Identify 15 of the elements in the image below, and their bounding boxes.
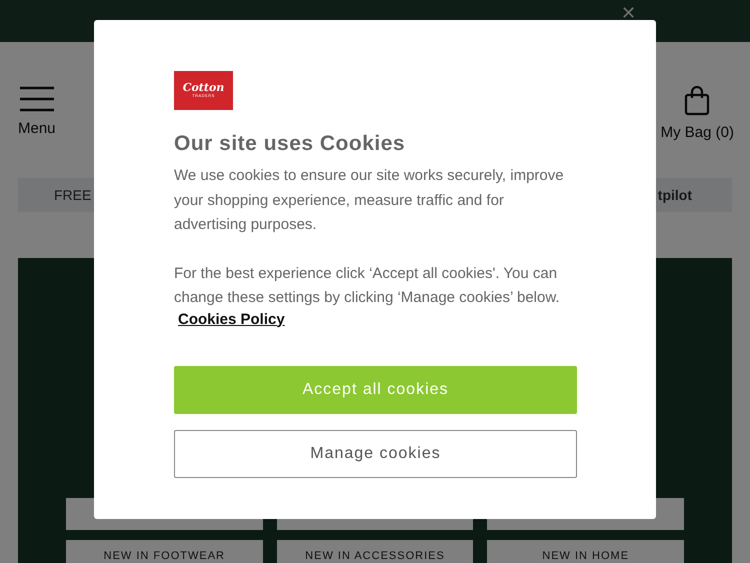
info-text: FREE [54,187,92,203]
category-tile[interactable]: NEW IN HOME [487,540,684,563]
cookies-policy-link[interactable]: Cookies Policy [178,310,285,328]
category-tile[interactable]: NEW IN FOOTWEAR [66,540,263,563]
bag-icon [684,86,710,116]
manage-button[interactable]: Manage cookies [174,430,577,478]
menu-button[interactable]: Menu [18,86,56,137]
dialog-title: Our site uses Cookies [174,132,406,156]
menu-icon [18,86,55,112]
bag-button[interactable]: My Bag (0) [660,86,734,141]
dialog-text: We use cookies to ensure our site works securely, improve your shopping experience, measure traffic and for advertising purposes. [174,166,565,235]
dialog-text: For the best experience click ‘Accept all cookies'. You can change these settings by clicking ‘Manage cookies’ below. [174,264,561,308]
rating-text: tpilot [658,187,692,203]
category-tile[interactable]: NEW IN ACCESSORIES [276,540,474,563]
close-button[interactable]: ✕ [621,2,636,24]
